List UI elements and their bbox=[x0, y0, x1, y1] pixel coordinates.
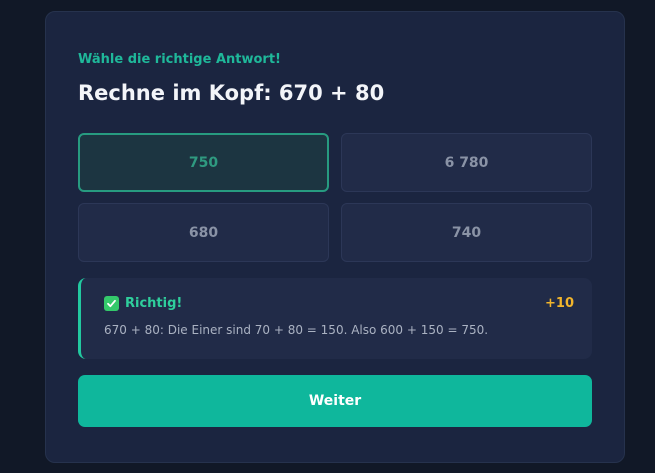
instruction-label: Wähle die richtige Antwort! bbox=[78, 52, 281, 67]
feedback-header: Richtig! bbox=[104, 296, 182, 311]
answer-option-2[interactable]: 6 780 bbox=[341, 133, 592, 192]
answer-option-1[interactable]: 750 bbox=[78, 133, 329, 192]
checkmark-icon bbox=[104, 296, 119, 311]
answer-option-4[interactable]: 740 bbox=[341, 203, 592, 262]
quiz-card: Wähle die richtige Antwort! Rechne im Ko… bbox=[45, 11, 625, 463]
answer-grid: 750 6 780 680 740 bbox=[78, 133, 592, 262]
answer-option-3[interactable]: 680 bbox=[78, 203, 329, 262]
feedback-title: Richtig! bbox=[125, 296, 183, 311]
feedback-explanation: 670 + 80: Die Einer sind 70 + 80 = 150. … bbox=[104, 323, 489, 337]
next-button[interactable]: Weiter bbox=[78, 375, 592, 427]
points-badge: +10 bbox=[545, 296, 574, 311]
feedback-panel: Richtig! +10 670 + 80: Die Einer sind 70… bbox=[78, 278, 592, 359]
question-title: Rechne im Kopf: 670 + 80 bbox=[78, 81, 385, 105]
